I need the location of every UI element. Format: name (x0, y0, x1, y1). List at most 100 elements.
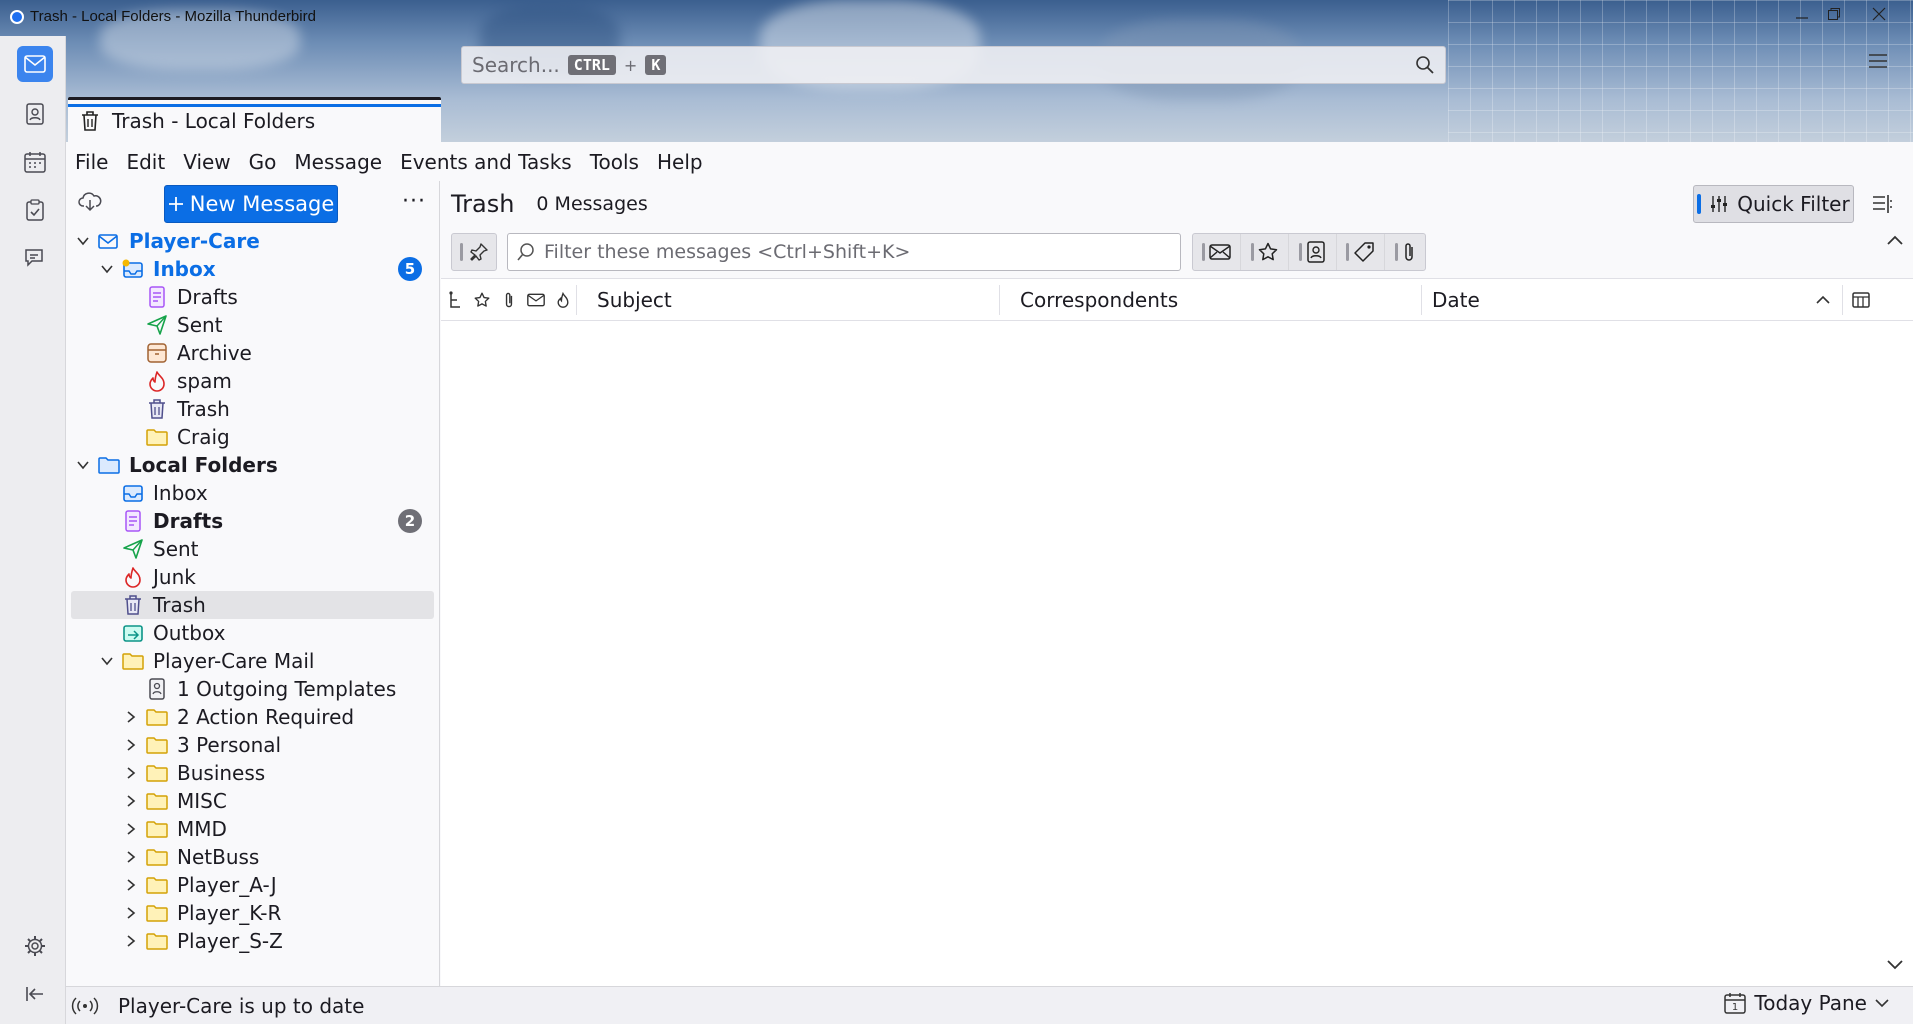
thunderbird-logo-icon (10, 9, 24, 24)
menu-edit[interactable]: Edit (117, 150, 174, 174)
filter-messages-input[interactable]: Filter these messages <Ctrl+Shift+K> (507, 233, 1181, 271)
correspondents-header: Correspondents (1020, 287, 1179, 312)
folder-sent[interactable]: Sent (66, 311, 440, 339)
folder-local-junk[interactable]: Junk (66, 563, 440, 591)
grip-handle (1251, 243, 1254, 261)
folder-local-sent[interactable]: Sent (66, 535, 440, 563)
list-layout-icon (1873, 195, 1892, 213)
space-tasks[interactable] (17, 192, 53, 228)
correspondents-column[interactable]: Correspondents (1000, 279, 1421, 321)
column-picker-icon (1852, 291, 1870, 308)
filter-contacts-button[interactable] (1289, 234, 1337, 270)
chevron-right-icon[interactable] (122, 736, 140, 754)
menu-file[interactable]: File (66, 150, 117, 174)
star-icon (1258, 242, 1278, 261)
menu-go[interactable]: Go (240, 150, 286, 174)
menu-help[interactable]: Help (648, 150, 712, 174)
message-list-display-options-button[interactable] (1871, 193, 1893, 215)
folder-spam[interactable]: spam (66, 367, 440, 395)
quick-filter-button[interactable]: Quick Filter (1693, 185, 1854, 223)
chevron-right-icon[interactable] (122, 848, 140, 866)
sticky-filter-button[interactable] (451, 233, 497, 271)
folder-player-k-r[interactable]: Player_K-R (66, 899, 440, 927)
menu-tools[interactable]: Tools (581, 150, 648, 174)
folder-archive[interactable]: Archive (66, 339, 440, 367)
chevron-right-icon[interactable] (122, 820, 140, 838)
filter-tags-button[interactable] (1337, 234, 1385, 270)
folder-label: Trash (177, 397, 230, 421)
folder-personal[interactable]: 3 Personal (66, 731, 440, 759)
get-messages-button[interactable] (78, 191, 102, 213)
thread-column[interactable] (441, 279, 468, 321)
app-menu-button[interactable] (1868, 52, 1892, 70)
filter-unread-button[interactable] (1193, 234, 1241, 270)
menu-view[interactable]: View (174, 150, 239, 174)
folder-inbox[interactable]: Inbox 5 (66, 255, 440, 283)
folder-local-trash[interactable]: Trash (71, 591, 434, 619)
chevron-down-icon[interactable] (74, 456, 92, 474)
trash-icon (146, 398, 168, 420)
chevron-right-icon[interactable] (122, 876, 140, 894)
folder-business[interactable]: Business (66, 759, 440, 787)
scroll-up-button[interactable] (1886, 233, 1904, 247)
chevron-down-icon[interactable] (74, 232, 92, 250)
folder-icon (146, 846, 168, 868)
settings-button[interactable] (17, 928, 53, 964)
folder-mmd[interactable]: MMD (66, 815, 440, 843)
account-player-care[interactable]: Player-Care (66, 227, 440, 255)
chevron-right-icon[interactable] (122, 904, 140, 922)
subject-column[interactable]: Subject (577, 279, 999, 321)
chevron-right-icon[interactable] (122, 792, 140, 810)
folder-player-a-j[interactable]: Player_A-J (66, 871, 440, 899)
space-mail[interactable] (17, 46, 53, 82)
folder-misc[interactable]: MISC (66, 787, 440, 815)
folder-action-required[interactable]: 2 Action Required (66, 703, 440, 731)
folder-craig[interactable]: Craig (66, 423, 440, 451)
junk-status-column[interactable] (549, 279, 576, 321)
folder-label: Player_A-J (177, 873, 277, 897)
space-address-book[interactable] (17, 96, 53, 132)
close-window-button[interactable] (1862, 2, 1896, 26)
attachment-column[interactable] (495, 279, 522, 321)
chevron-up-icon (1887, 235, 1903, 245)
column-picker-button[interactable] (1843, 279, 1879, 321)
chat-icon (25, 249, 43, 267)
folder-local-drafts[interactable]: Drafts 2 (66, 507, 440, 535)
read-status-column[interactable] (522, 279, 549, 321)
folder-player-s-z[interactable]: Player_S-Z (66, 927, 440, 955)
global-search-input[interactable]: Search... CTRL + K (461, 46, 1446, 84)
filter-starred-button[interactable] (1241, 234, 1289, 270)
new-message-button[interactable]: New Message (164, 185, 338, 223)
online-status-button[interactable] (70, 996, 100, 1016)
folder-trash[interactable]: Trash (66, 395, 440, 423)
restore-button[interactable] (1817, 2, 1851, 26)
chevron-down-icon[interactable] (98, 652, 116, 670)
menu-events-and-tasks[interactable]: Events and Tasks (391, 150, 581, 174)
menu-message[interactable]: Message (285, 150, 391, 174)
chevron-right-icon[interactable] (122, 764, 140, 782)
folder-outgoing-templates[interactable]: 1 Outgoing Templates (66, 675, 440, 703)
folder-player-care-mail[interactable]: Player-Care Mail (66, 647, 440, 675)
space-chat[interactable] (17, 240, 53, 276)
date-column[interactable]: Date (1422, 279, 1842, 321)
space-calendar[interactable] (17, 144, 53, 180)
message-list-pane: Trash 0 Messages Quick Filter Filter the… (441, 181, 1913, 986)
chevron-down-icon[interactable] (98, 260, 116, 278)
account-local-folders[interactable]: Local Folders (66, 451, 440, 479)
folder-drafts[interactable]: Drafts (66, 283, 440, 311)
folder-netbuss[interactable]: NetBuss (66, 843, 440, 871)
today-pane-button[interactable]: 1 Today Pane (1724, 991, 1889, 1015)
starred-column[interactable] (468, 279, 495, 321)
folder-local-outbox[interactable]: Outbox (66, 619, 440, 647)
tab-trash-local-folders[interactable]: Trash - Local Folders (68, 97, 441, 142)
minimize-button[interactable] (1785, 2, 1819, 26)
collapse-spaces-button[interactable] (17, 976, 53, 1012)
minimize-icon (1796, 17, 1808, 19)
filter-attachment-button[interactable] (1385, 234, 1425, 270)
chevron-right-icon[interactable] (122, 708, 140, 726)
folder-label: Business (177, 761, 266, 785)
folder-local-inbox[interactable]: Inbox (66, 479, 440, 507)
scroll-down-button[interactable] (1886, 958, 1904, 972)
chevron-right-icon[interactable] (122, 932, 140, 950)
folder-pane-more-button[interactable]: ··· (402, 189, 426, 214)
